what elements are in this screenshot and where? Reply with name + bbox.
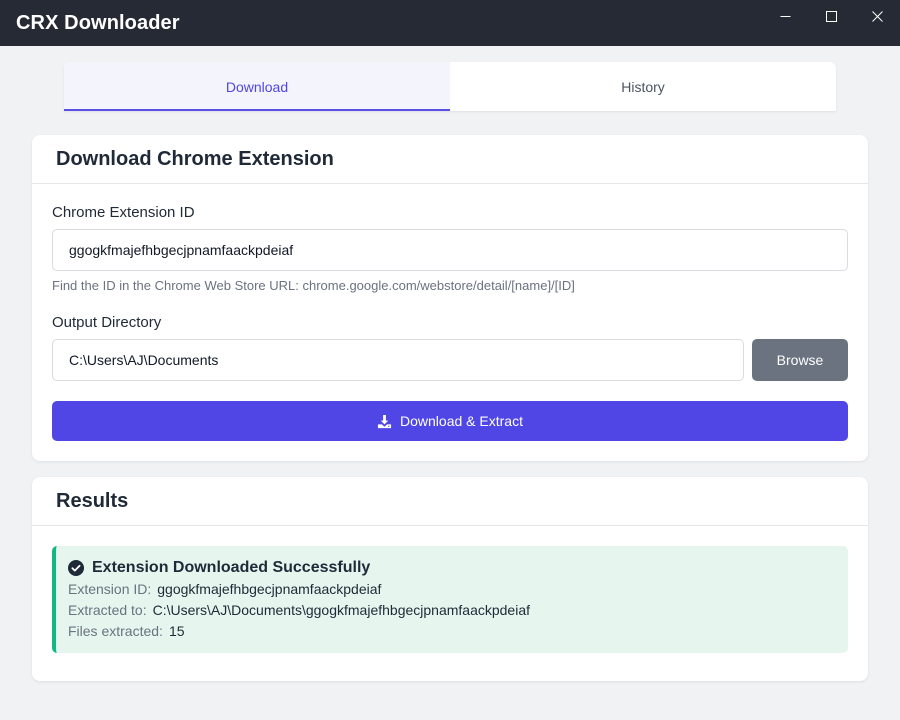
check-circle-icon	[68, 560, 84, 576]
download-card: Download Chrome Extension Chrome Extensi…	[32, 135, 868, 461]
result-title-row: Extension Downloaded Successfully	[68, 558, 848, 578]
output-directory-label: Output Directory	[52, 314, 162, 331]
title-bar: CRX Downloader	[0, 0, 900, 46]
result-extracted-to-value: C:\Users\AJ\Documents\ggogkfmajefhbgecjp…	[152, 602, 531, 618]
download-extract-button[interactable]: Download & Extract	[52, 401, 848, 441]
app-title: CRX Downloader	[16, 11, 180, 34]
maximize-button[interactable]	[808, 0, 854, 32]
minimize-icon	[780, 15, 790, 17]
results-card-title: Results	[32, 477, 868, 526]
close-icon	[871, 10, 883, 22]
results-card: Results Extension Downloaded Successfull…	[32, 477, 868, 681]
success-result: Extension Downloaded Successfully Extens…	[52, 546, 848, 653]
result-extracted-to-row: Extracted to: C:\Users\AJ\Documents\ggogk…	[68, 602, 848, 620]
output-directory-input[interactable]	[52, 339, 744, 381]
extension-id-help: Find the ID in the Chrome Web Store URL:…	[52, 278, 575, 293]
close-button[interactable]	[854, 0, 900, 32]
result-title: Extension Downloaded Successfully	[92, 559, 371, 576]
extension-id-label: Chrome Extension ID	[52, 204, 195, 221]
result-extension-id-key: Extension ID:	[68, 581, 152, 597]
download-extract-label: Download & Extract	[400, 413, 523, 429]
result-files-key: Files extracted:	[68, 623, 163, 639]
result-extension-id-row: Extension ID: ggogkfmajefhbgecjpnamfaackp…	[68, 581, 848, 599]
result-extracted-to-key: Extracted to:	[68, 602, 147, 618]
tab-download[interactable]: Download	[64, 62, 450, 111]
result-extension-id-value: ggogkfmajefhbgecjpnamfaackpdeiaf	[157, 581, 382, 597]
maximize-icon	[825, 10, 837, 22]
extension-id-input[interactable]	[52, 229, 848, 271]
download-card-title: Download Chrome Extension	[32, 135, 868, 184]
download-icon	[377, 414, 392, 428]
minimize-button[interactable]	[762, 0, 808, 32]
result-files-row: Files extracted: 15	[68, 623, 848, 641]
result-files-value: 15	[168, 623, 185, 639]
tab-bar: Download History	[64, 62, 836, 111]
tab-history[interactable]: History	[450, 62, 836, 111]
window-controls	[762, 0, 900, 46]
browse-button[interactable]: Browse	[752, 339, 848, 381]
